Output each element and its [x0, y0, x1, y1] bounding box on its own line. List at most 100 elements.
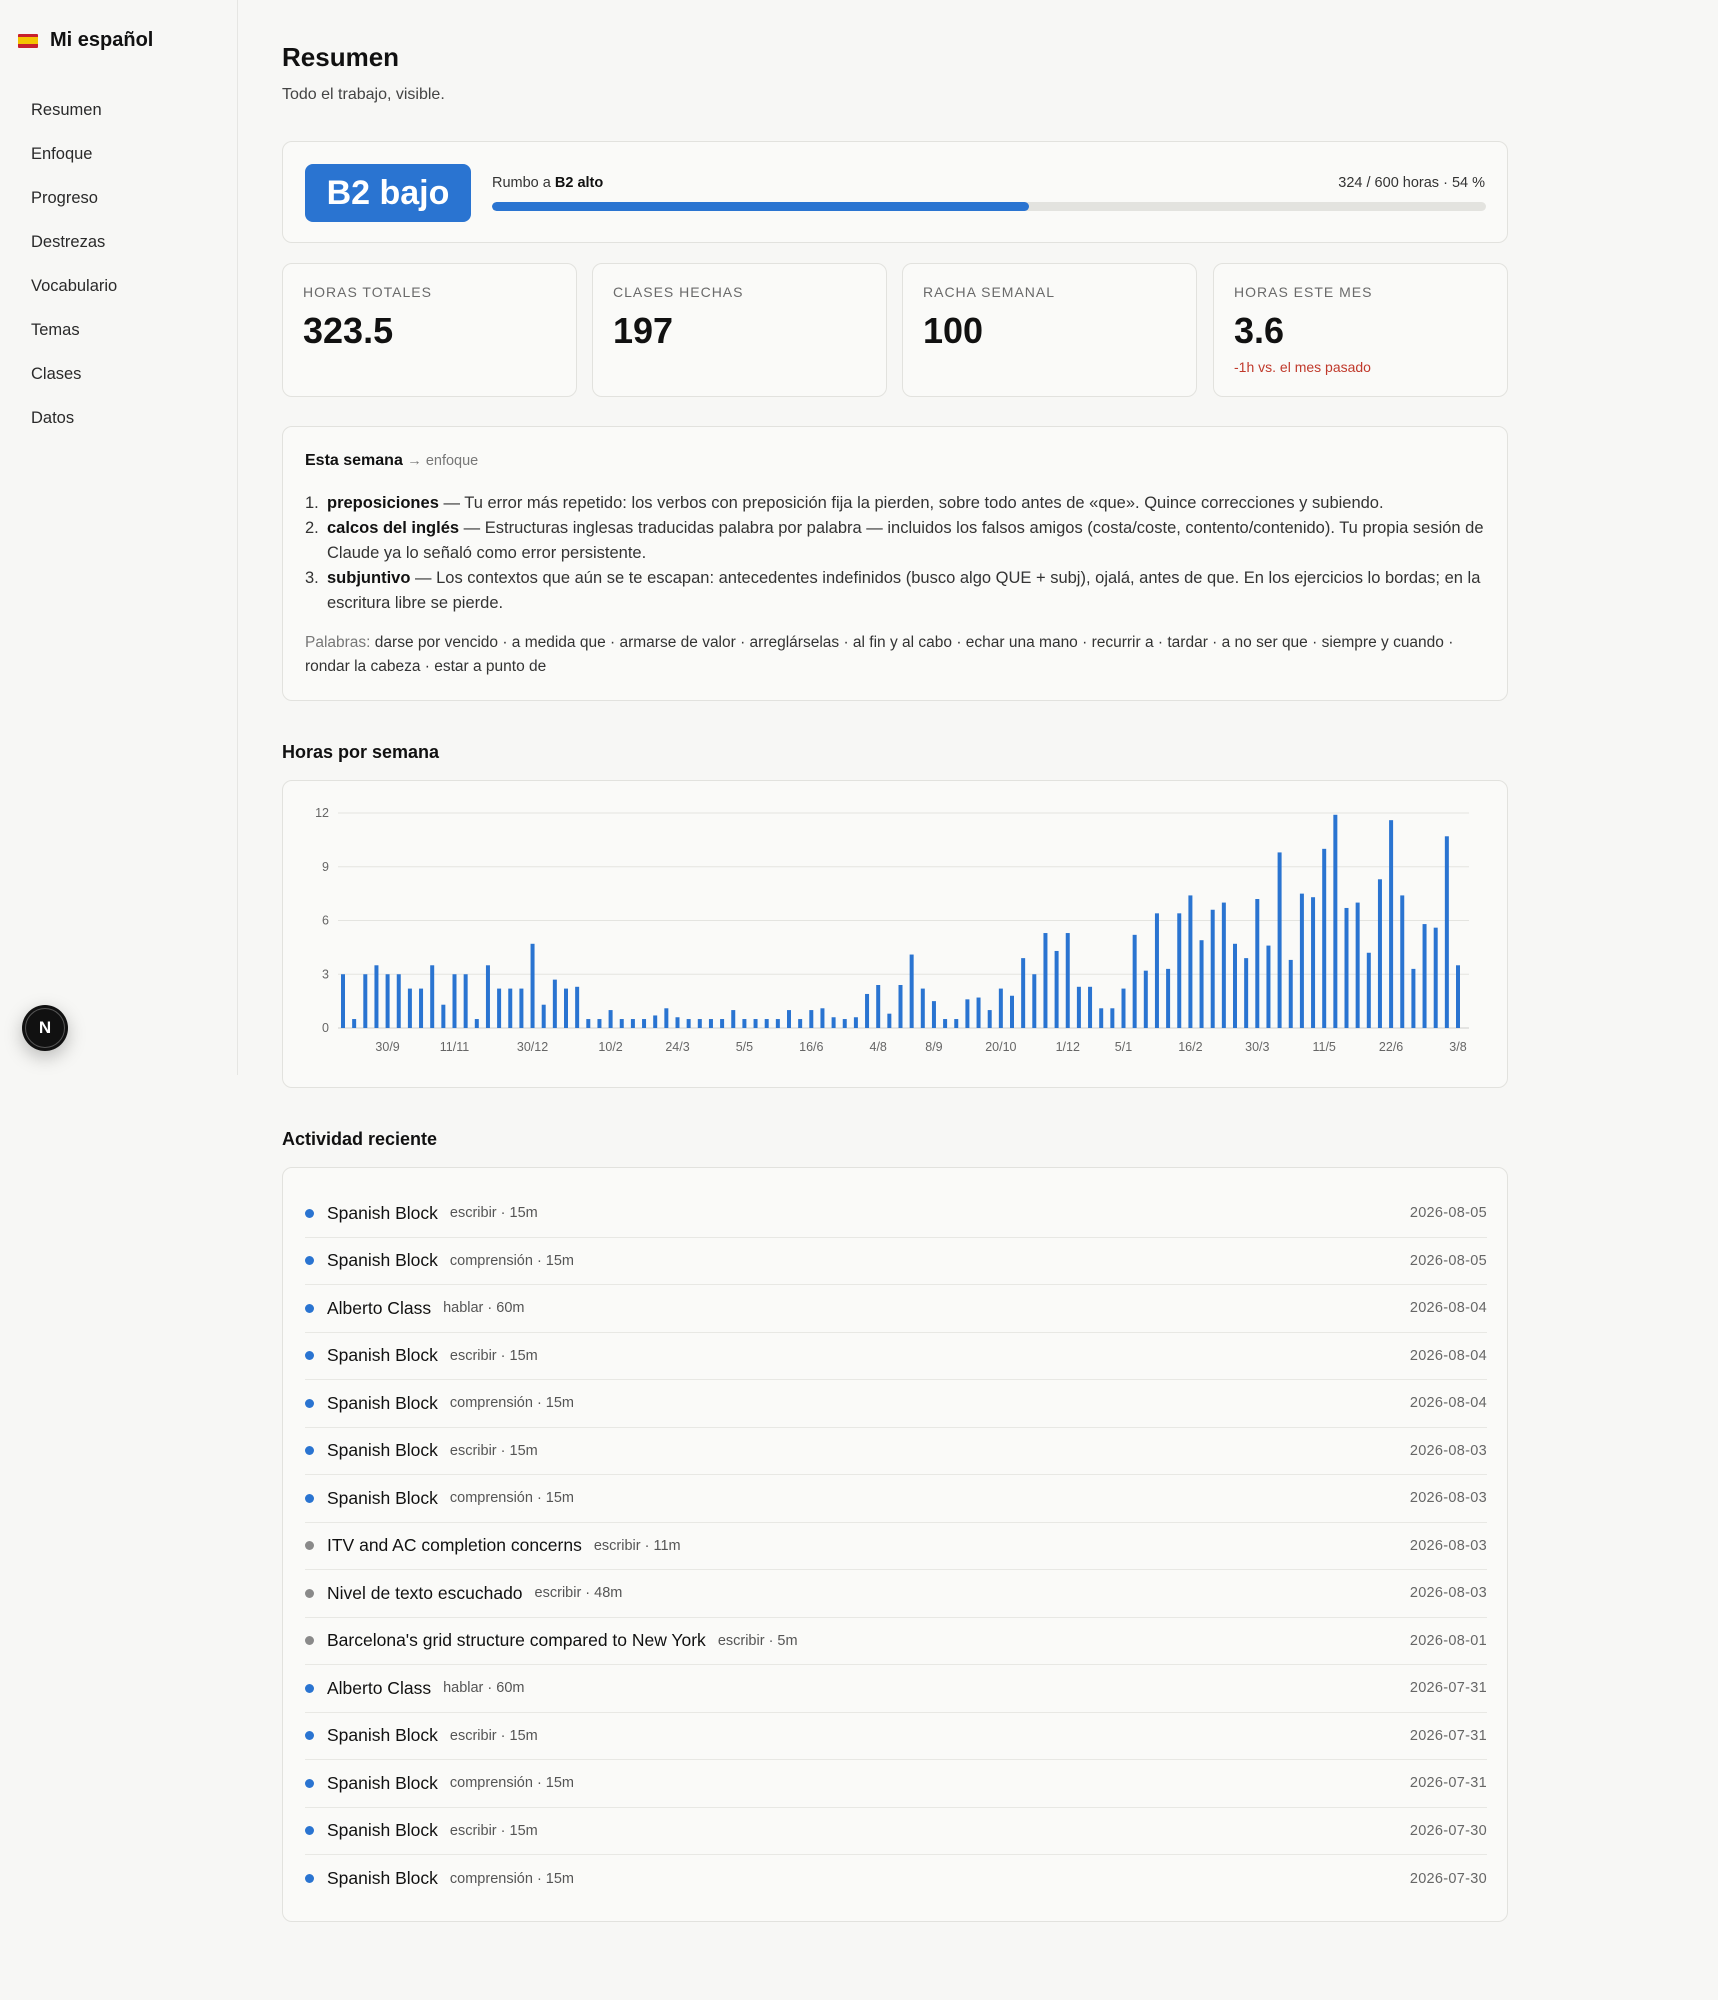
chart-bar[interactable] — [1444, 836, 1449, 1028]
activity-row[interactable]: Spanish Block comprensión · 15m 2026-07-31 — [305, 1760, 1487, 1808]
chart-bar[interactable] — [396, 974, 401, 1028]
chart-bar[interactable] — [820, 1008, 825, 1028]
sidebar-item-datos[interactable]: Datos — [18, 403, 218, 447]
chart-bar[interactable] — [1400, 895, 1405, 1028]
chart-bar[interactable] — [1054, 950, 1059, 1028]
chart-bar[interactable] — [452, 974, 457, 1028]
chart-bar[interactable] — [909, 954, 914, 1028]
chart-bar[interactable] — [352, 1019, 357, 1028]
chart-bar[interactable] — [1099, 1008, 1104, 1028]
chart-bar[interactable] — [954, 1019, 959, 1028]
chart-bar[interactable] — [497, 988, 502, 1028]
chart-bar[interactable] — [564, 988, 568, 1028]
chart-bar[interactable] — [876, 985, 881, 1028]
chart-bar[interactable] — [1010, 995, 1014, 1028]
chart-bar[interactable] — [463, 974, 468, 1028]
chart-bar[interactable] — [798, 1019, 803, 1028]
chart-bar[interactable] — [1154, 913, 1159, 1028]
chart-bar[interactable] — [686, 1019, 691, 1028]
chart-bar[interactable] — [943, 1019, 948, 1028]
chart-bar[interactable] — [519, 988, 524, 1028]
activity-row[interactable]: Spanish Block comprensión · 15m 2026-08-03 — [305, 1475, 1487, 1523]
chart-bar[interactable] — [1244, 958, 1249, 1028]
chart-bar[interactable] — [586, 1019, 591, 1028]
chart-bar[interactable] — [1088, 986, 1093, 1028]
chart-bar[interactable] — [1132, 934, 1137, 1028]
sidebar-item-progreso[interactable]: Progreso — [18, 183, 218, 227]
chart-bar[interactable] — [1166, 968, 1171, 1028]
chart-bar[interactable] — [987, 1010, 992, 1028]
chart-bar[interactable] — [407, 988, 412, 1028]
chart-bar[interactable] — [898, 985, 903, 1028]
chart-bar[interactable] — [753, 1019, 758, 1028]
chart-bar[interactable] — [341, 974, 345, 1028]
chart-bar[interactable] — [597, 1019, 602, 1028]
chart-bar[interactable] — [552, 979, 557, 1028]
activity-row[interactable]: Spanish Block comprensión · 15m 2026-08-04 — [305, 1380, 1487, 1428]
chart-bar[interactable] — [1333, 814, 1338, 1028]
chart-bar[interactable] — [1266, 945, 1271, 1028]
chart-bar[interactable] — [541, 1004, 546, 1028]
chart-bar[interactable] — [1065, 933, 1070, 1028]
chart-bar[interactable] — [441, 1004, 446, 1028]
chart-bar[interactable] — [508, 988, 513, 1028]
chart-bar[interactable] — [742, 1019, 747, 1028]
chart-bar[interactable] — [853, 1017, 858, 1028]
chart-bar[interactable] — [1143, 970, 1148, 1028]
activity-row[interactable]: Spanish Block comprensión · 15m 2026-08-05 — [305, 1238, 1487, 1285]
chart-bar[interactable] — [1210, 909, 1215, 1028]
activity-row[interactable]: Alberto Class hablar · 60m 2026-08-04 — [305, 1285, 1487, 1333]
chart-bar[interactable] — [675, 1017, 680, 1028]
sidebar-item-destrezas[interactable]: Destrezas — [18, 227, 218, 271]
activity-row[interactable]: ITV and AC completion concerns escribir ·… — [305, 1523, 1487, 1570]
chart-bar[interactable] — [419, 988, 424, 1028]
chart-bar[interactable] — [1277, 852, 1282, 1028]
chart-bar[interactable] — [1311, 897, 1316, 1028]
chart-bar[interactable] — [1110, 1008, 1115, 1028]
chart-bar[interactable] — [474, 1019, 479, 1028]
chart-bar[interactable] — [842, 1019, 847, 1028]
chart-bar[interactable] — [1121, 988, 1126, 1028]
chart-bar[interactable] — [374, 965, 379, 1028]
chart-bar[interactable] — [708, 1019, 713, 1028]
chart-bar[interactable] — [642, 1019, 647, 1028]
sidebar-item-vocabulario[interactable]: Vocabulario — [18, 271, 218, 315]
chart-bar[interactable] — [1233, 943, 1237, 1028]
chart-bar[interactable] — [575, 986, 580, 1028]
focus-link[interactable]: → enfoque — [407, 453, 478, 469]
activity-row[interactable]: Spanish Block comprensión · 15m 2026-07-30 — [305, 1855, 1487, 1903]
chart-bar[interactable] — [1322, 848, 1327, 1028]
activity-row[interactable]: Spanish Block escribir · 15m 2026-07-30 — [305, 1808, 1487, 1855]
chart-bar[interactable] — [775, 1019, 780, 1028]
chart-bar[interactable] — [1389, 820, 1394, 1028]
chart-bar[interactable] — [1032, 974, 1037, 1028]
activity-row[interactable]: Alberto Class hablar · 60m 2026-07-31 — [305, 1665, 1487, 1713]
chart-bar[interactable] — [430, 965, 435, 1028]
chart-bar[interactable] — [1021, 958, 1026, 1028]
activity-row[interactable]: Barcelona's grid structure compared to N… — [305, 1618, 1487, 1665]
chart-bar[interactable] — [1288, 959, 1293, 1028]
chart-bar[interactable] — [976, 997, 981, 1028]
chart-bar[interactable] — [865, 993, 870, 1028]
chart-bar[interactable] — [1043, 933, 1048, 1028]
chart-bar[interactable] — [697, 1019, 702, 1028]
chart-bar[interactable] — [787, 1010, 791, 1028]
chart-bar[interactable] — [1456, 965, 1460, 1028]
sidebar-item-enfoque[interactable]: Enfoque — [18, 139, 218, 183]
chart-bar[interactable] — [831, 1017, 836, 1028]
chart-bar[interactable] — [1355, 902, 1360, 1028]
chart-bar[interactable] — [998, 988, 1003, 1028]
chart-bar[interactable] — [1433, 927, 1438, 1028]
chart-bar[interactable] — [608, 1010, 613, 1028]
chart-bar[interactable] — [720, 1019, 725, 1028]
sidebar-item-resumen[interactable]: Resumen — [18, 95, 218, 139]
sidebar-item-temas[interactable]: Temas — [18, 315, 218, 359]
chart-bar[interactable] — [764, 1019, 769, 1028]
chart-bar[interactable] — [630, 1019, 635, 1028]
sidebar-item-clases[interactable]: Clases — [18, 359, 218, 403]
chart-bar[interactable] — [1255, 899, 1260, 1028]
chart-bar[interactable] — [887, 1013, 892, 1028]
chart-bar[interactable] — [619, 1019, 624, 1028]
chart-bar[interactable] — [653, 1015, 658, 1028]
chart-bar[interactable] — [485, 965, 490, 1028]
